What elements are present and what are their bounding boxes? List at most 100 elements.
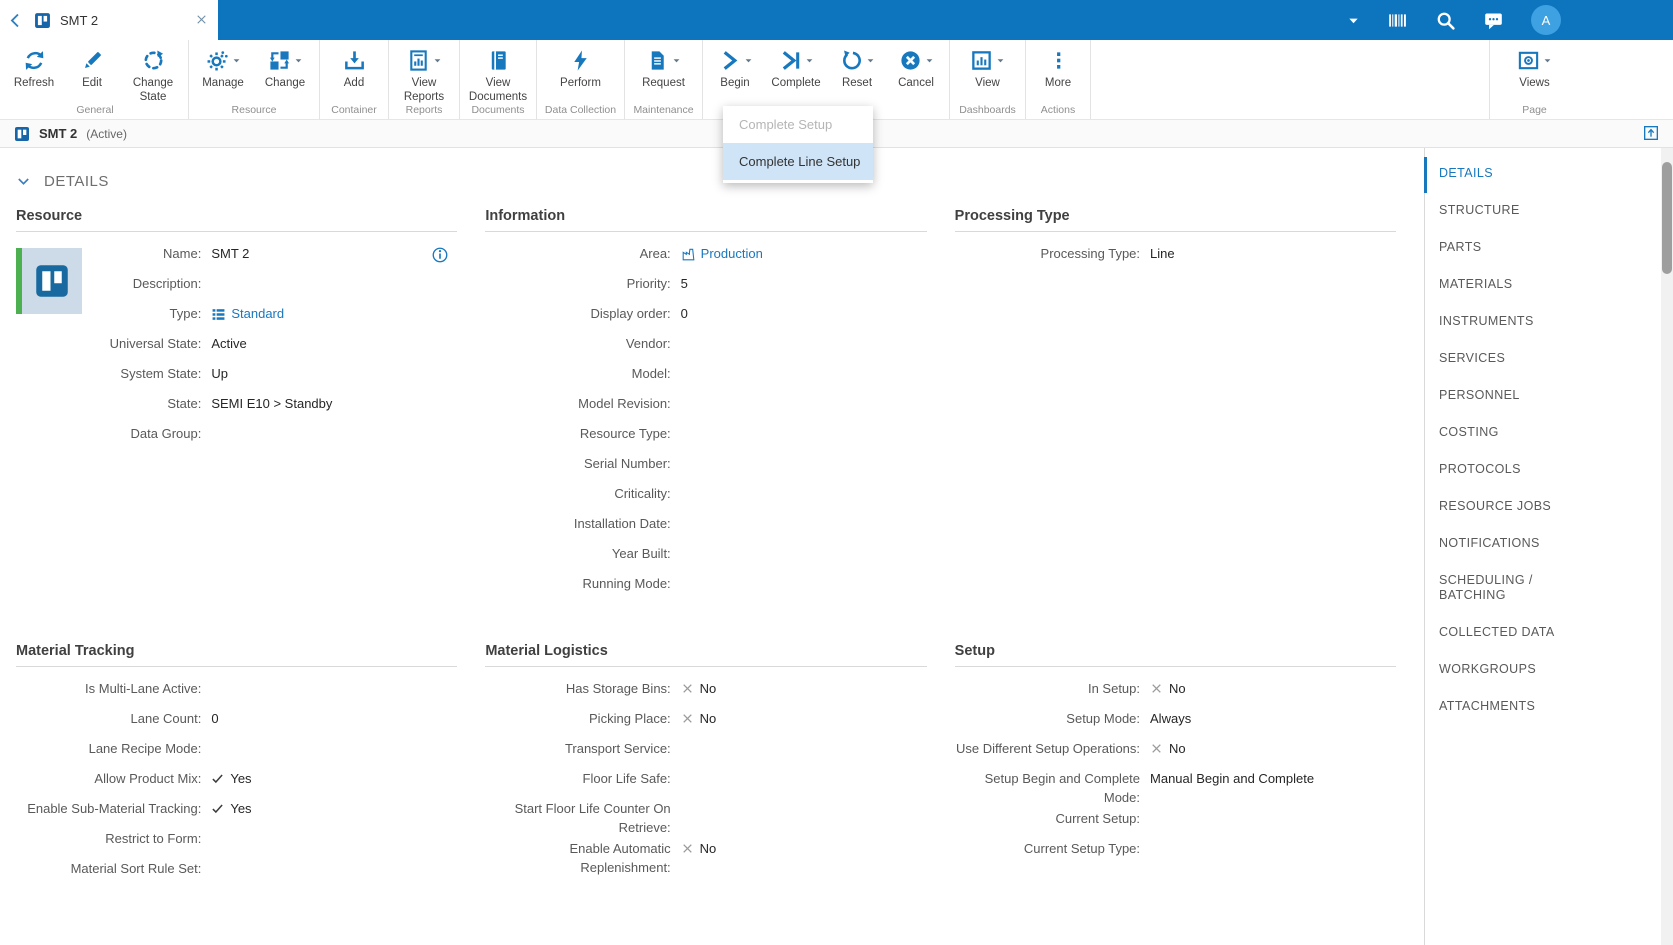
- field-row: Restrict to Form:: [16, 828, 457, 858]
- nav-item-collected-data[interactable]: COLLECTED DATA: [1439, 625, 1589, 640]
- nav-item-attachments[interactable]: ATTACHMENTS: [1439, 699, 1589, 714]
- back-button[interactable]: [0, 0, 30, 40]
- lightning-icon: [569, 49, 592, 72]
- field-row: Setup Mode: Always: [955, 708, 1396, 738]
- nav-item-notifications[interactable]: NOTIFICATIONS: [1439, 536, 1589, 551]
- info-button[interactable]: [431, 246, 449, 264]
- field-label: Start Floor Life Counter On Retrieve:: [514, 801, 671, 835]
- panel-material-tracking: Material Tracking Is Multi-Lane Active: …: [16, 643, 458, 888]
- edit-button[interactable]: Edit: [63, 47, 121, 91]
- field-value: Yes: [230, 771, 252, 786]
- field-value: No: [1169, 681, 1186, 696]
- field-row: Floor Life Safe:: [485, 768, 926, 798]
- menu-item-complete-line-setup[interactable]: Complete Line Setup: [723, 143, 873, 180]
- caret-down-icon: [744, 56, 753, 65]
- cross-icon: [1150, 682, 1163, 695]
- begin-chevron-icon: [718, 49, 741, 72]
- panel-title: Setup: [954, 643, 1396, 667]
- group-label-reports: Reports: [405, 104, 443, 116]
- field-label: Serial Number:: [583, 456, 671, 471]
- field-label: System State:: [120, 366, 202, 381]
- field-value: [671, 363, 927, 365]
- field-value: 5: [680, 276, 688, 291]
- group-label-page: Page: [1522, 104, 1547, 116]
- nav-item-services[interactable]: SERVICES: [1439, 351, 1589, 366]
- view-reports-button[interactable]: View Reports: [392, 47, 456, 104]
- tab-close-button[interactable]: [194, 13, 208, 27]
- view-documents-button[interactable]: View Documents: [463, 47, 533, 104]
- field-value: [671, 393, 927, 395]
- chat-button[interactable]: [1483, 10, 1504, 31]
- field-row: Setup Begin and Complete Mode: Manual Beg…: [955, 768, 1396, 808]
- nav-item-resource-jobs[interactable]: RESOURCE JOBS: [1439, 499, 1589, 514]
- caret-down-icon: [672, 56, 681, 65]
- field-row: Allow Product Mix: Yes: [16, 768, 457, 798]
- field-row: Is Multi-Lane Active:: [16, 678, 457, 708]
- refresh-button[interactable]: Refresh: [5, 47, 63, 91]
- book-icon: [487, 49, 510, 72]
- begin-button[interactable]: Begin: [706, 47, 764, 91]
- group-label-general: General: [76, 104, 114, 116]
- manage-button[interactable]: Manage: [192, 47, 254, 91]
- nav-item-personnel[interactable]: PERSONNEL: [1439, 388, 1589, 403]
- nav-item-scheduling-batching[interactable]: SCHEDULING / BATCHING: [1439, 573, 1589, 603]
- change-state-button[interactable]: Change State: [121, 47, 185, 104]
- more-button[interactable]: More: [1029, 47, 1087, 91]
- nav-item-details[interactable]: DETAILS: [1424, 157, 1589, 193]
- search-button[interactable]: [1435, 10, 1456, 31]
- field-row: Processing Type: Line: [955, 243, 1396, 273]
- cancel-button[interactable]: Cancel: [886, 47, 946, 91]
- collapse-header-button[interactable]: [1642, 125, 1659, 142]
- request-document-icon: [646, 49, 669, 72]
- field-row: Start Floor Life Counter On Retrieve:: [485, 798, 926, 838]
- details-section-toggle[interactable]: DETAILS: [16, 170, 1424, 192]
- nav-item-workgroups[interactable]: WORKGROUPS: [1439, 662, 1589, 677]
- field-row: Has Storage Bins: No: [485, 678, 926, 708]
- panel-resource: Resource Name: SMT 2 Description: Type: S…: [16, 208, 458, 603]
- change-button[interactable]: Change: [254, 47, 316, 91]
- complete-button[interactable]: Complete: [764, 47, 828, 91]
- topbar-caret-button[interactable]: [1347, 14, 1360, 27]
- resource-board-icon: [14, 126, 30, 142]
- nav-item-parts[interactable]: PARTS: [1439, 240, 1589, 255]
- nav-item-costing[interactable]: COSTING: [1439, 425, 1589, 440]
- field-label: Transport Service:: [564, 741, 671, 756]
- field-label: Processing Type:: [1040, 246, 1141, 261]
- field-row: Lane Count: 0: [16, 708, 457, 738]
- field-row: Transport Service:: [485, 738, 926, 768]
- field-label: Display order:: [590, 306, 671, 321]
- check-icon: [211, 802, 224, 815]
- field-label: Allow Product Mix:: [94, 771, 202, 786]
- field-label: Priority:: [626, 276, 671, 291]
- nav-item-materials[interactable]: MATERIALS: [1439, 277, 1589, 292]
- barcode-button[interactable]: [1387, 10, 1408, 31]
- tab-title: SMT 2: [60, 12, 99, 28]
- view-dashboards-button[interactable]: View: [958, 47, 1018, 91]
- factory-icon: [681, 247, 696, 262]
- add-tray-icon: [343, 49, 366, 72]
- caret-down-icon: [433, 56, 442, 65]
- perform-button[interactable]: Perform: [551, 47, 611, 91]
- avatar[interactable]: A: [1531, 5, 1561, 35]
- nav-item-instruments[interactable]: INSTRUMENTS: [1439, 314, 1589, 329]
- group-label-documents: Documents: [471, 104, 525, 116]
- reset-button[interactable]: Reset: [828, 47, 886, 91]
- cross-icon: [1150, 742, 1163, 755]
- views-button[interactable]: Views: [1505, 47, 1565, 91]
- field-value: [1140, 838, 1396, 840]
- nav-item-structure[interactable]: STRUCTURE: [1439, 203, 1589, 218]
- close-icon: [195, 13, 208, 26]
- panel-title: Resource: [16, 208, 458, 232]
- field-row: Description:: [16, 273, 457, 303]
- request-button[interactable]: Request: [632, 47, 696, 91]
- panel-material-logistics: Material Logistics Has Storage Bins: No …: [485, 643, 927, 888]
- details-section-title: DETAILS: [44, 172, 109, 190]
- panel-title: Material Logistics: [485, 643, 927, 667]
- type-link[interactable]: Standard: [211, 305, 284, 324]
- vertical-scrollbar[interactable]: [1661, 148, 1673, 945]
- scrollbar-thumb[interactable]: [1662, 162, 1672, 274]
- nav-item-protocols[interactable]: PROTOCOLS: [1439, 462, 1589, 477]
- add-container-button[interactable]: Add: [323, 47, 385, 91]
- tab-smt2[interactable]: SMT 2: [30, 0, 218, 40]
- area-link[interactable]: Production: [681, 245, 763, 264]
